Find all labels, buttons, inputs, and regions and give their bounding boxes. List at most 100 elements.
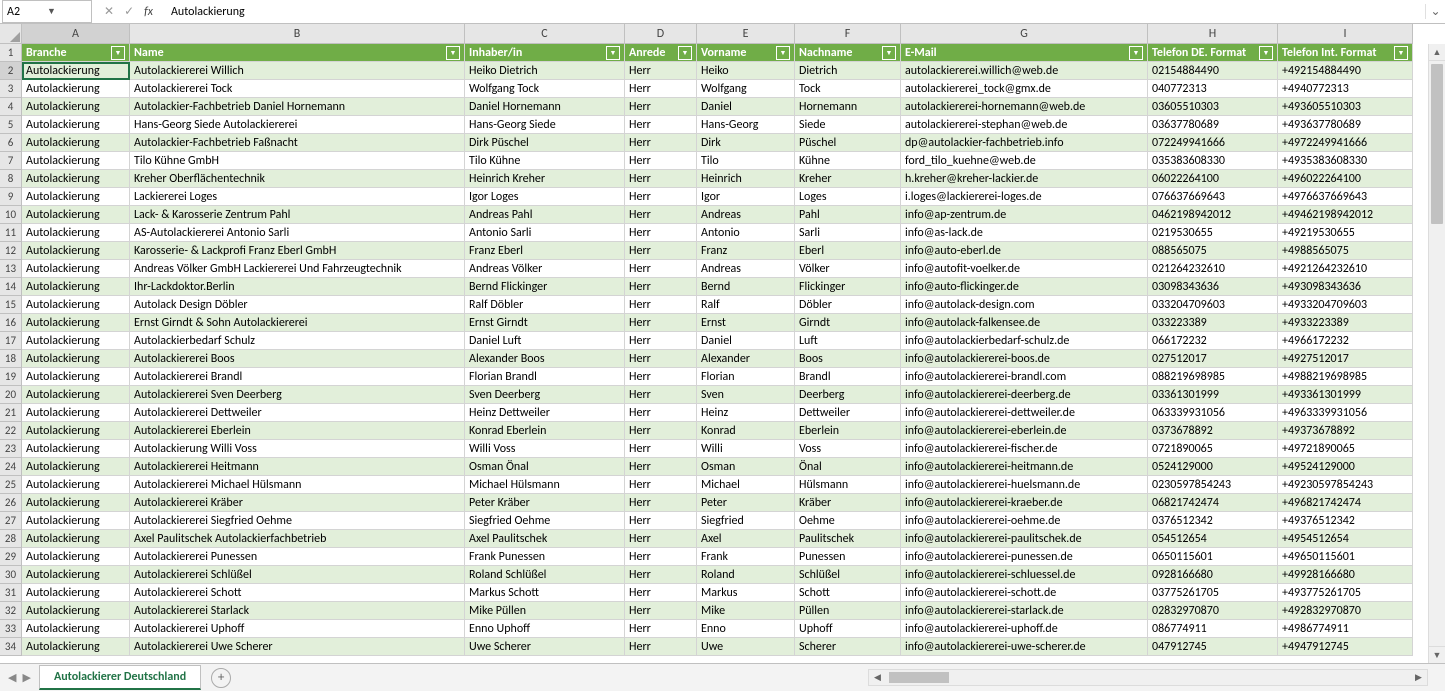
- cell-D6[interactable]: Herr: [625, 134, 697, 152]
- cell-H22[interactable]: 0373678892: [1148, 422, 1278, 440]
- cell-F29[interactable]: Punessen: [795, 548, 901, 566]
- cell-D27[interactable]: Herr: [625, 512, 697, 530]
- cell-C2[interactable]: Heiko Dietrich: [465, 62, 625, 80]
- fx-icon[interactable]: fx: [144, 5, 153, 19]
- cell-B13[interactable]: Andreas Völker GmbH Lackiererei Und Fahr…: [130, 260, 465, 278]
- cell-F11[interactable]: Sarli: [795, 224, 901, 242]
- col-header-H[interactable]: H: [1148, 24, 1278, 44]
- cell-D7[interactable]: Herr: [625, 152, 697, 170]
- cell-G9[interactable]: i.loges@lackiererei-loges.de: [901, 188, 1148, 206]
- cell-B6[interactable]: Autolackier-Fachbetrieb Faßnacht: [130, 134, 465, 152]
- cell-F32[interactable]: Püllen: [795, 602, 901, 620]
- cell-C5[interactable]: Hans-Georg Siede: [465, 116, 625, 134]
- expand-formula-bar[interactable]: ⌄: [1425, 4, 1445, 19]
- filter-dropdown-icon[interactable]: ▼: [111, 46, 125, 60]
- cell-E11[interactable]: Antonio: [697, 224, 795, 242]
- cell-E31[interactable]: Markus: [697, 584, 795, 602]
- sheet-tab-active[interactable]: Autolackierer Deutschland: [39, 665, 201, 690]
- cell-I20[interactable]: +493361301999: [1278, 386, 1413, 404]
- cell-D25[interactable]: Herr: [625, 476, 697, 494]
- row-header-12[interactable]: 12: [0, 242, 22, 260]
- row-header-23[interactable]: 23: [0, 440, 22, 458]
- cell-E34[interactable]: Uwe: [697, 638, 795, 656]
- chevron-down-icon[interactable]: ▼: [47, 6, 87, 17]
- cell-I12[interactable]: +4988565075: [1278, 242, 1413, 260]
- cell-F17[interactable]: Luft: [795, 332, 901, 350]
- filter-dropdown-icon[interactable]: ▼: [446, 46, 460, 60]
- cell-A6[interactable]: Autolackierung: [22, 134, 130, 152]
- cell-F27[interactable]: Oehme: [795, 512, 901, 530]
- cell-I31[interactable]: +493775261705: [1278, 584, 1413, 602]
- row-header-13[interactable]: 13: [0, 260, 22, 278]
- cell-D31[interactable]: Herr: [625, 584, 697, 602]
- cell-H21[interactable]: 063339931056: [1148, 404, 1278, 422]
- cell-I23[interactable]: +49721890065: [1278, 440, 1413, 458]
- cell-B12[interactable]: Karosserie- & Lackprofi Franz Eberl GmbH: [130, 242, 465, 260]
- cell-E6[interactable]: Dirk: [697, 134, 795, 152]
- cell-D17[interactable]: Herr: [625, 332, 697, 350]
- row-header-26[interactable]: 26: [0, 494, 22, 512]
- cell-A18[interactable]: Autolackierung: [22, 350, 130, 368]
- cell-H15[interactable]: 033204709603: [1148, 296, 1278, 314]
- cell-C28[interactable]: Axel Paulitschek: [465, 530, 625, 548]
- cell-G4[interactable]: autolackiererei-hornemann@web.de: [901, 98, 1148, 116]
- cell-G24[interactable]: info@autolackiererei-heitmann.de: [901, 458, 1148, 476]
- cell-G33[interactable]: info@autolackiererei-uphoff.de: [901, 620, 1148, 638]
- cell-E12[interactable]: Franz: [697, 242, 795, 260]
- cell-G5[interactable]: autolackiererei-stephan@web.de: [901, 116, 1148, 134]
- row-header-1[interactable]: 1: [0, 44, 22, 62]
- scroll-down-arrow[interactable]: ▼: [1429, 646, 1445, 663]
- cell-H34[interactable]: 047912745: [1148, 638, 1278, 656]
- cell-D5[interactable]: Herr: [625, 116, 697, 134]
- header-cell-F[interactable]: Nachname▼: [795, 44, 901, 62]
- cell-H6[interactable]: 072249941666: [1148, 134, 1278, 152]
- cell-B10[interactable]: Lack- & Karosserie Zentrum Pahl: [130, 206, 465, 224]
- cell-E22[interactable]: Konrad: [697, 422, 795, 440]
- col-header-B[interactable]: B: [130, 24, 465, 44]
- col-header-D[interactable]: D: [625, 24, 697, 44]
- cell-C14[interactable]: Bernd Flickinger: [465, 278, 625, 296]
- cell-D11[interactable]: Herr: [625, 224, 697, 242]
- cell-E18[interactable]: Alexander: [697, 350, 795, 368]
- cell-G25[interactable]: info@autolackiererei-huelsmann.de: [901, 476, 1148, 494]
- cell-D3[interactable]: Herr: [625, 80, 697, 98]
- cell-D10[interactable]: Herr: [625, 206, 697, 224]
- row-header-2[interactable]: 2: [0, 62, 22, 80]
- cell-E26[interactable]: Peter: [697, 494, 795, 512]
- row-header-16[interactable]: 16: [0, 314, 22, 332]
- cell-F16[interactable]: Girndt: [795, 314, 901, 332]
- row-header-17[interactable]: 17: [0, 332, 22, 350]
- cell-H19[interactable]: 088219698985: [1148, 368, 1278, 386]
- cell-H20[interactable]: 03361301999: [1148, 386, 1278, 404]
- cell-B8[interactable]: Kreher Oberflächentechnik: [130, 170, 465, 188]
- cell-F21[interactable]: Dettweiler: [795, 404, 901, 422]
- cell-E14[interactable]: Bernd: [697, 278, 795, 296]
- scroll-right-arrow[interactable]: ▶: [1410, 672, 1427, 683]
- row-header-7[interactable]: 7: [0, 152, 22, 170]
- cell-I22[interactable]: +49373678892: [1278, 422, 1413, 440]
- header-cell-I[interactable]: Telefon Int. Format▼: [1278, 44, 1413, 62]
- cell-I27[interactable]: +49376512342: [1278, 512, 1413, 530]
- cell-D20[interactable]: Herr: [625, 386, 697, 404]
- cell-F6[interactable]: Püschel: [795, 134, 901, 152]
- cell-A22[interactable]: Autolackierung: [22, 422, 130, 440]
- row-header-19[interactable]: 19: [0, 368, 22, 386]
- cell-B21[interactable]: Autolackiererei Dettweiler: [130, 404, 465, 422]
- cell-D13[interactable]: Herr: [625, 260, 697, 278]
- cell-G31[interactable]: info@autolackiererei-schott.de: [901, 584, 1148, 602]
- cell-A2[interactable]: Autolackierung: [22, 62, 130, 80]
- filter-dropdown-icon[interactable]: ▼: [1259, 46, 1273, 60]
- cell-H27[interactable]: 0376512342: [1148, 512, 1278, 530]
- cell-H13[interactable]: 021264232610: [1148, 260, 1278, 278]
- cell-H31[interactable]: 03775261705: [1148, 584, 1278, 602]
- cell-G10[interactable]: info@ap-zentrum.de: [901, 206, 1148, 224]
- cell-H26[interactable]: 06821742474: [1148, 494, 1278, 512]
- cell-D24[interactable]: Herr: [625, 458, 697, 476]
- scroll-up-arrow[interactable]: ▲: [1429, 44, 1445, 61]
- cell-E8[interactable]: Heinrich: [697, 170, 795, 188]
- hscroll-thumb[interactable]: [889, 672, 949, 683]
- cell-H7[interactable]: 035383608330: [1148, 152, 1278, 170]
- cell-F33[interactable]: Uphoff: [795, 620, 901, 638]
- row-header-27[interactable]: 27: [0, 512, 22, 530]
- scroll-left-arrow[interactable]: ◀: [869, 672, 886, 683]
